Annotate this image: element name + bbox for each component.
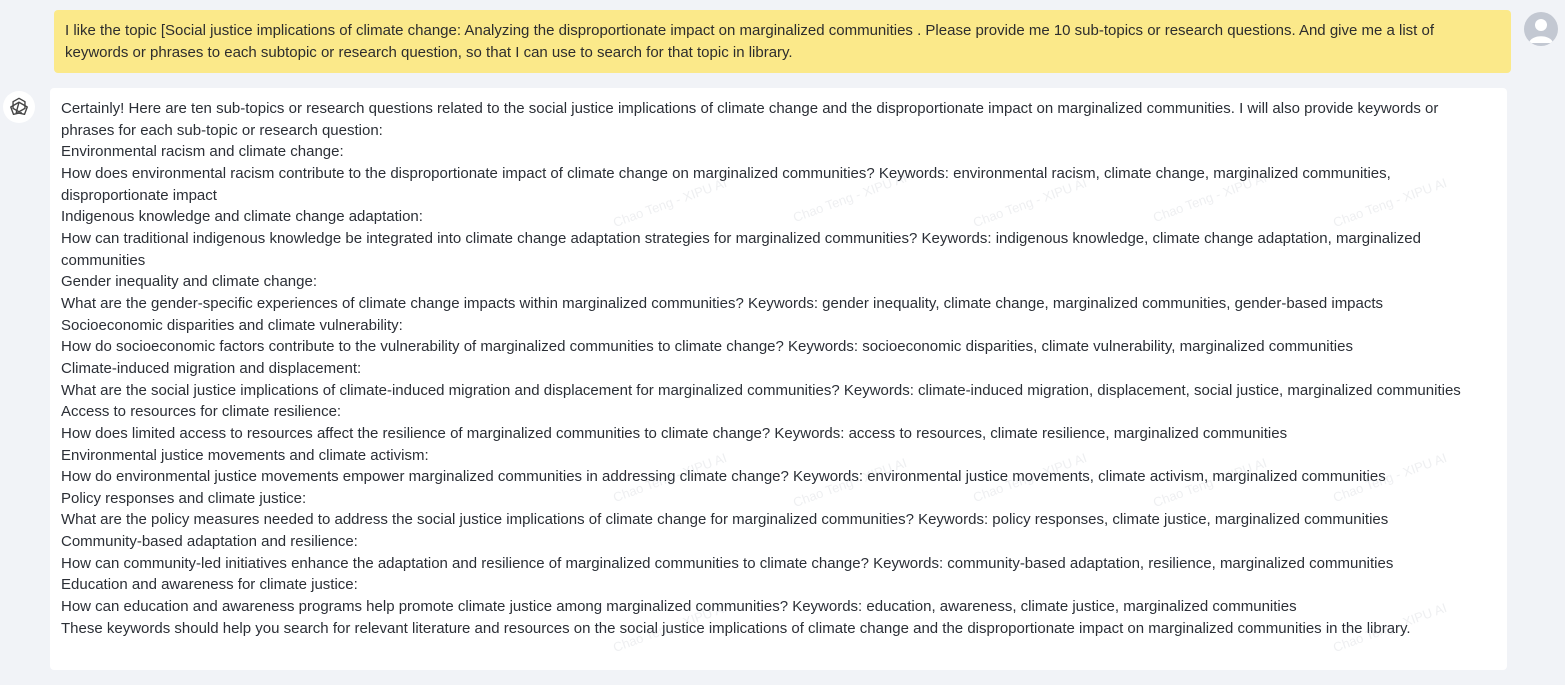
assistant-intro: Certainly! Here are ten sub-topics or re… (61, 100, 1439, 139)
subtopic-heading: Socioeconomic disparities and climate vu… (61, 316, 403, 334)
assistant-message-bubble: Certainly! Here are ten sub-topics or re… (50, 88, 1507, 670)
user-message-row: I like the topic [Social justice implica… (54, 10, 1511, 73)
subtopic-question: How do socioeconomic factors contribute … (61, 338, 1353, 356)
subtopic-question: What are the policy measures needed to a… (61, 511, 1389, 529)
subtopic-heading: Education and awareness for climate just… (61, 576, 358, 594)
subtopic-heading: Policy responses and climate justice: (61, 489, 307, 507)
user-message-bubble: I like the topic [Social justice implica… (54, 10, 1511, 73)
subtopic-heading: Community-based adaptation and resilienc… (61, 533, 358, 551)
chatgpt-logo-icon (10, 97, 28, 116)
subtopic-heading: Indigenous knowledge and climate change … (61, 208, 423, 226)
person-silhouette-icon (1529, 19, 1553, 43)
assistant-outro: These keywords should help you search fo… (61, 619, 1411, 637)
subtopic-heading: Gender inequality and climate change: (61, 273, 317, 291)
subtopic-question: What are the social justice implications… (61, 381, 1461, 399)
subtopic-question: How does environmental racism contribute… (61, 164, 1391, 204)
subtopic-question: How do environmental justice movements e… (61, 468, 1386, 486)
subtopic-question: How can traditional indigenous knowledge… (61, 229, 1421, 269)
subtopic-heading: Climate-induced migration and displaceme… (61, 359, 362, 377)
subtopic-question: What are the gender-specific experiences… (61, 294, 1384, 312)
subtopic-heading: Access to resources for climate resilien… (61, 403, 342, 421)
subtopic-heading: Environmental justice movements and clim… (61, 446, 429, 464)
user-message-text: I like the topic [Social justice implica… (65, 22, 1435, 61)
assistant-avatar (3, 91, 35, 123)
user-avatar-icon (1524, 12, 1558, 46)
subtopic-heading: Environmental racism and climate change: (61, 143, 344, 161)
subtopic-question: How can education and awareness programs… (61, 598, 1297, 616)
subtopic-question: How does limited access to resources aff… (61, 424, 1288, 442)
subtopic-question: How can community-led initiatives enhanc… (61, 554, 1394, 572)
